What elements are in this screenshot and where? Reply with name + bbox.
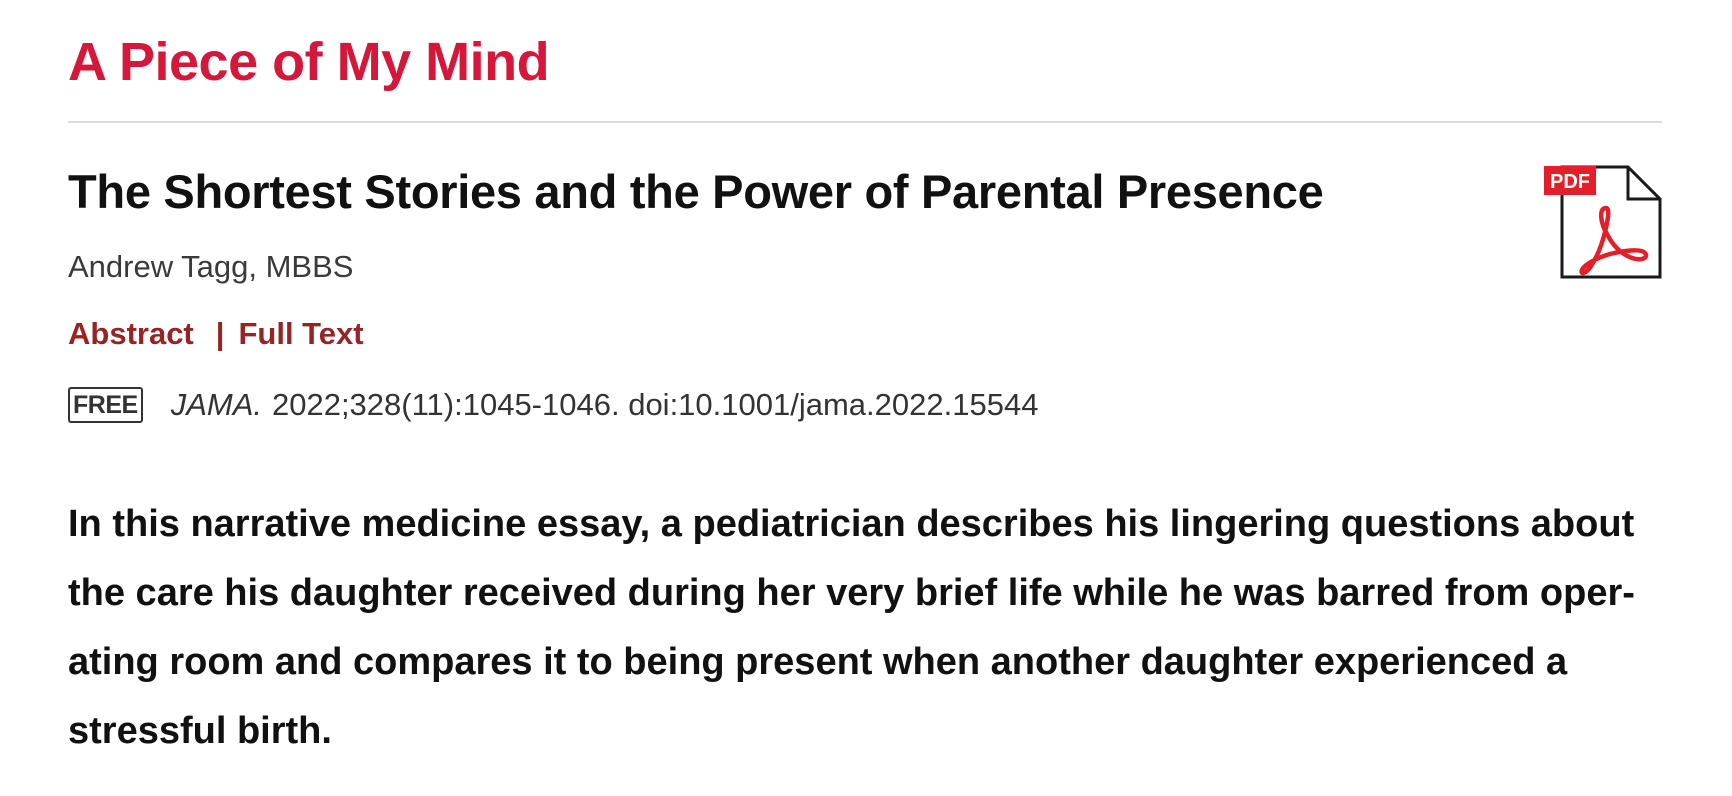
free-access-badge: FREE — [68, 387, 143, 423]
journal-name: JAMA. — [170, 387, 262, 422]
article-links: Abstract | Full Text — [68, 313, 364, 355]
article-title[interactable]: The Shortest Stories and the Power of Pa… — [68, 160, 1324, 224]
abstract-line: In this narrative medicine essay, a pedi… — [68, 503, 1635, 545]
link-separator: | — [215, 316, 225, 351]
pdf-download-button[interactable]: PDF — [1544, 162, 1664, 286]
article-page: A Piece of My Mind The Shortest Stories … — [0, 0, 1732, 796]
citation-details: 2022;328(11):1045-1046. doi:10.1001/jama… — [271, 387, 1039, 422]
article-authors: Andrew Tagg, MBBS — [68, 249, 354, 284]
abstract-line: stressful birth. — [68, 710, 332, 752]
citation-row: FREE JAMA. 2022;328(11):1045-1046. doi:1… — [68, 384, 1038, 426]
section-title[interactable]: A Piece of My Mind — [68, 26, 550, 98]
abstract-text: In this narrative medicine essay, a pedi… — [68, 490, 1668, 766]
abstract-link[interactable]: Abstract — [68, 316, 194, 351]
abstract-line: the care his daughter received during he… — [68, 572, 1635, 614]
divider — [68, 121, 1662, 123]
pdf-file-icon: PDF — [1544, 165, 1662, 279]
full-text-link[interactable]: Full Text — [238, 316, 363, 351]
pdf-label: PDF — [1550, 171, 1590, 193]
abstract-line: ating room and compares it to being pres… — [68, 641, 1568, 683]
